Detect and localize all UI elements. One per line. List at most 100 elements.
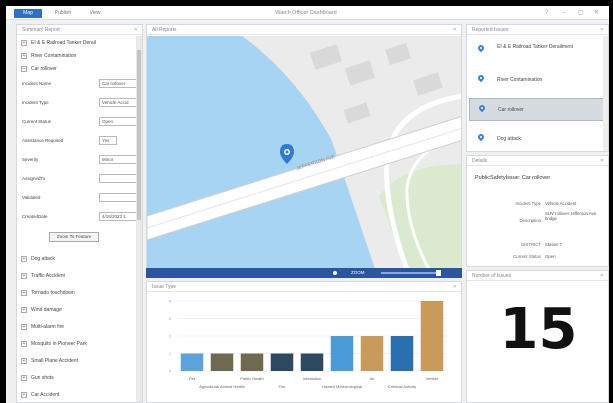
detail-label: DISTRICT [521,242,541,247]
expand-icon[interactable]: + [21,52,27,59]
summary-item[interactable]: + Dog attack [21,253,55,265]
bar-vehicle [420,301,444,371]
field-value[interactable]: 4/18/2023 1 [99,212,137,221]
tab-view[interactable]: View [82,9,108,18]
expand-icon[interactable]: + [21,357,27,364]
summary-item[interactable]: + Wind damage [21,304,62,316]
bar-infestation [300,353,324,371]
scrollbar[interactable] [136,36,142,402]
issue-item-selected[interactable]: Car rollover [469,98,606,121]
summary-item[interactable]: + EI & E Railroad Tanker Derail [21,37,96,49]
tab-publish[interactable]: Publish [50,9,76,18]
x-tick-label: Infestation [303,376,321,381]
details-panel: Details ✕ PublicSafetyIssue: Car rollove… [466,155,609,267]
panel-header: Details ✕ [467,156,608,166]
bar-criminal-activity [390,336,414,371]
close-icon[interactable]: ✕ [453,25,457,35]
x-tick-label: Hazard Meteorological [322,384,362,389]
bar-air [360,336,384,371]
summary-item[interactable]: + Gun shots [21,372,54,384]
detail-label: Current Status [513,254,541,259]
expand-icon[interactable]: + [21,272,27,279]
zoom-slider[interactable] [381,272,441,274]
help-icon[interactable]: ? [545,9,548,18]
x-tick-label: Fire [279,384,287,389]
zoom-to-feature-button[interactable]: Zoom To Feature [49,232,99,242]
bar-fire [270,353,294,371]
panel-title: Number of Issues [472,273,512,279]
x-tick-label: Air [370,376,376,381]
field-label: Current Status [22,119,52,124]
expand-icon[interactable]: + [21,39,27,46]
scrollbar-thumb[interactable] [137,50,141,220]
location-pin-icon [477,103,487,113]
close-icon[interactable]: ✕ [594,9,599,18]
expand-icon[interactable]: + [21,374,27,381]
summary-item[interactable]: + Mosquito in Pioneer Park [21,338,87,350]
zoom-slider-handle[interactable] [436,270,441,276]
close-icon[interactable]: ✕ [600,271,604,281]
scrollbar[interactable] [603,36,608,151]
x-tick-label: Public Health [240,376,264,381]
zoom-label: ZOOM [351,270,365,275]
summary-item[interactable]: + Small Plane Accident [21,355,78,367]
detail-value: SUV rollover Jefferson Ave bridge [545,211,597,222]
x-tick-label: Criminal Activity [388,384,416,389]
minimize-icon[interactable]: – [562,9,565,18]
map-zoom-bar: ZOOM [146,268,462,278]
reported-issues-panel: Reported Issues ✕ EI & E Railroad Tanker… [466,24,609,152]
field-value[interactable]: Open [99,117,137,126]
detail-value: Station 7 [545,242,562,247]
panel-header: All Reports ✕ [147,25,461,35]
field-value[interactable]: Yes [99,136,117,145]
close-icon[interactable]: ✕ [134,25,138,35]
detail-value: Vehicle Accident [545,201,577,206]
panel-title: Reported Issues [472,27,509,33]
title-bar: Map Publish View Watch Officer Dashboard… [6,6,609,20]
issue-item[interactable]: River Contamination [469,69,606,92]
panel-title: Summary Report [22,27,60,33]
expand-icon[interactable]: + [21,340,27,347]
tab-map[interactable]: Map [14,9,42,18]
field-value[interactable]: Car rollover [99,79,137,88]
y-tick-label: 3 [169,316,172,321]
locate-icon[interactable] [333,271,337,275]
field-label: CreatedDate [22,214,48,219]
issue-item[interactable]: Dog attack [469,128,606,151]
summary-item[interactable]: – Car rollover [21,63,57,75]
summary-item[interactable]: + Multi-alarm fire [21,321,64,333]
expand-icon[interactable]: + [21,255,27,262]
expand-icon[interactable]: + [21,391,27,398]
close-icon[interactable]: ✕ [600,156,604,166]
bar-public-health [240,353,264,371]
field-value[interactable] [99,174,137,183]
summary-item[interactable]: + River Contamination [21,50,76,62]
field-label: Validated [22,195,41,200]
expand-icon[interactable]: + [21,306,27,313]
field-value[interactable] [99,193,137,202]
issue-item[interactable]: EI & E Railroad Tanker Derailment [469,39,606,62]
number-of-issues-panel: Number of Issues ✕ 15 [466,270,609,403]
field-label: Assistance Required [22,138,64,143]
panel-header: Summary Report ✕ [17,25,142,35]
close-icon[interactable]: ✕ [600,25,604,35]
issue-count: 15 [499,297,578,362]
detail-value: Open [545,254,556,259]
all-reports-panel: All Reports ✕ JEFFERSON AVE [146,24,462,274]
field-value[interactable]: Vehicle Accid [99,98,137,107]
summary-item[interactable]: + Tornado touchdown [21,287,75,299]
close-icon[interactable]: ✕ [453,282,457,292]
expand-icon[interactable]: + [21,289,27,296]
panel-title: All Reports [152,27,177,33]
x-tick-label: Vehicle [426,376,440,381]
expand-icon[interactable]: + [21,323,27,330]
window-title: Watch Officer Dashboard [275,10,337,16]
x-tick-label: Pet [189,376,196,381]
field-value[interactable]: Minor [99,155,137,164]
map-graphic[interactable]: JEFFERSON AVE [147,36,462,274]
maximize-icon[interactable]: ▢ [578,9,584,18]
summary-item[interactable]: + Car Accident [21,389,59,401]
map-canvas[interactable]: JEFFERSON AVE [147,36,462,274]
collapse-icon[interactable]: – [21,65,27,72]
summary-item[interactable]: + Traffic Accident [21,270,65,282]
